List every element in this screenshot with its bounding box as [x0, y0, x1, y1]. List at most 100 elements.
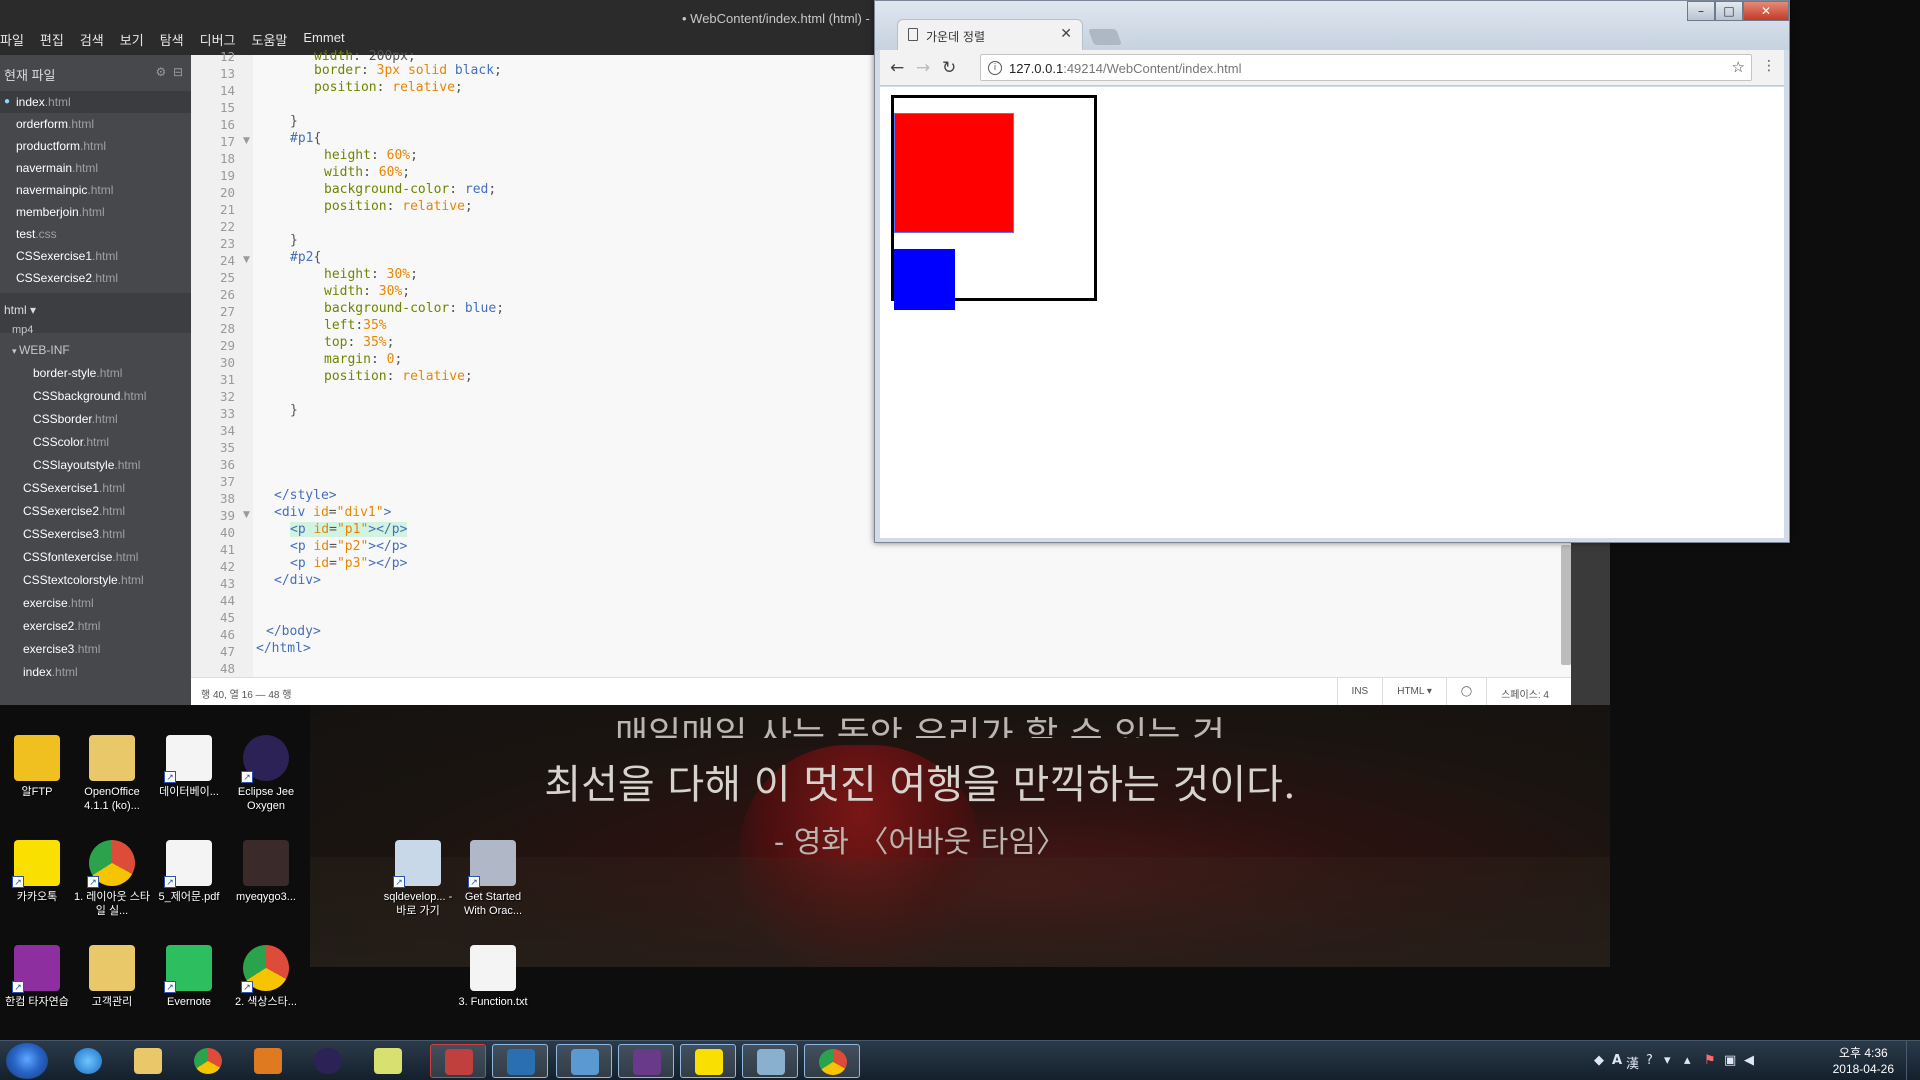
clock[interactable]: 오후 4:36 2018-04-26	[1833, 1045, 1894, 1077]
tree-file[interactable]: exercise2.html	[0, 615, 191, 638]
close-window-button[interactable]: ✕	[1743, 1, 1789, 21]
taskbar-brackets[interactable]	[492, 1044, 548, 1078]
show-hidden-icons-icon[interactable]: ▴	[1684, 1053, 1691, 1068]
desktop-icon[interactable]: OpenOffice 4.1.1 (ko)...	[72, 735, 152, 813]
tree-file[interactable]: CSSborder.html	[0, 408, 191, 431]
menu-help[interactable]: 도움말	[252, 30, 288, 49]
volume-icon[interactable]: ◀	[1744, 1053, 1754, 1068]
tree-file[interactable]: border-style.html	[0, 362, 191, 385]
menu-debug[interactable]: 디버그	[200, 30, 236, 49]
bookmark-star-icon[interactable]: ☆	[1732, 58, 1745, 76]
gear-icon[interactable]: ⚙	[156, 65, 167, 79]
show-desktop-button[interactable]	[1906, 1041, 1920, 1080]
taskbar-chrome-2[interactable]	[804, 1044, 860, 1078]
taskbar-kakaotalk[interactable]	[680, 1044, 736, 1078]
tree-file[interactable]: CSSexercise3.html	[0, 523, 191, 546]
working-file-item[interactable]: CSSexercise2.html	[0, 267, 191, 289]
chevron-down-icon[interactable]: ▾	[12, 346, 19, 356]
new-tab-button[interactable]	[1088, 29, 1122, 45]
code-line-26: width: 30%;	[324, 284, 411, 299]
reload-icon[interactable]: ↻	[942, 58, 956, 78]
desktop-icon[interactable]: ↗ Get Started With Orac...	[453, 840, 533, 918]
menu-find[interactable]: 검색	[80, 30, 104, 49]
desktop-icon[interactable]: 3. Function.txt	[453, 945, 533, 1009]
working-file-item[interactable]: memberjoin.html	[0, 201, 191, 223]
taskbar-explorer[interactable]	[120, 1044, 176, 1078]
close-tab-icon[interactable]: ✕	[1060, 26, 1072, 42]
tree-file[interactable]: CSSexercise2.html	[0, 500, 191, 523]
fold-toggle-icon[interactable]: ▼	[243, 510, 250, 520]
desktop-icon[interactable]: ↗ 1. 레이아웃 스타일 실...	[72, 840, 152, 918]
desktop-icon[interactable]: ↗ 2. 색상스타...	[226, 945, 306, 1009]
desktop-icon[interactable]: ↗ sqldevelop... - 바로 가기	[378, 840, 458, 918]
address-bar[interactable]: i 127.0.0.1:49214/WebContent/index.html …	[980, 54, 1752, 81]
ime-icon[interactable]: A	[1612, 1053, 1622, 1068]
forward-arrow-icon[interactable]: →	[916, 58, 930, 78]
tree-file[interactable]: exercise3.html	[0, 638, 191, 661]
working-file-item[interactable]: productform.html	[0, 135, 191, 157]
tree-file[interactable]: CSSlayoutstyle.html	[0, 454, 191, 477]
working-file-item[interactable]: CSSexercise1.html	[0, 245, 191, 267]
working-file-item[interactable]: test.css	[0, 223, 191, 245]
taskbar-notepad[interactable]	[742, 1044, 798, 1078]
tree-folder[interactable]: ▾ WEB-INF	[0, 339, 191, 362]
menu-emmet[interactable]: Emmet	[303, 30, 344, 49]
desktop-icon[interactable]: ↗ 데이터베이...	[149, 735, 229, 799]
taskbar-snipping[interactable]	[430, 1044, 486, 1078]
menu-edit[interactable]: 편집	[40, 30, 64, 49]
fold-toggle-icon[interactable]: ▼	[243, 255, 250, 265]
language-selector[interactable]: HTML ▾	[1382, 678, 1446, 705]
chrome-menu-icon[interactable]: ⋮	[1762, 58, 1776, 74]
taskbar-chrome[interactable]	[180, 1044, 236, 1078]
desktop-icon[interactable]: 고객관리	[72, 945, 152, 1009]
flag-icon[interactable]: ⚑	[1704, 1053, 1716, 1068]
info-icon[interactable]: i	[988, 61, 1002, 75]
help-icon[interactable]: ?	[1646, 1053, 1653, 1068]
menu-navigate[interactable]: 탐색	[160, 30, 184, 49]
tree-folder-mp4[interactable]: mp4	[0, 325, 191, 339]
taskbar-ie[interactable]	[60, 1044, 116, 1078]
indent-setting[interactable]: 스페이스: 4	[1486, 678, 1563, 705]
tree-file[interactable]: CSSexercise1.html	[0, 477, 191, 500]
desktop-icon[interactable]: myeqygo3...	[226, 840, 306, 904]
start-button[interactable]	[6, 1043, 48, 1079]
taskbar-eclipse[interactable]	[300, 1044, 356, 1078]
hanja-icon[interactable]: 漢	[1626, 1053, 1639, 1072]
tree-file[interactable]: CSSfontexercise.html	[0, 546, 191, 569]
split-view-icon[interactable]: ⊟	[173, 65, 183, 79]
tree-file[interactable]: CSStextcolorstyle.html	[0, 569, 191, 592]
menu-file[interactable]: 파일	[0, 30, 24, 49]
working-file-item[interactable]: orderform.html	[0, 113, 191, 135]
fold-toggle-icon[interactable]: ▼	[243, 136, 250, 146]
taskbar-files[interactable]	[360, 1044, 416, 1078]
taskbar-media[interactable]	[240, 1044, 296, 1078]
working-file-item[interactable]: navermainpic.html	[0, 179, 191, 201]
working-file-item[interactable]: ● index.html	[0, 91, 191, 113]
tree-file[interactable]: index.html	[0, 661, 191, 684]
network-icon[interactable]: ▣	[1724, 1053, 1736, 1068]
linter-status-icon[interactable]: ◯	[1445, 678, 1486, 705]
chrome-tab[interactable]: 가운데 정렬 ✕	[897, 19, 1083, 50]
menu-view[interactable]: 보기	[120, 30, 144, 49]
taskbar-app[interactable]	[556, 1044, 612, 1078]
tree-file[interactable]: exercise.html	[0, 592, 191, 615]
tree-file[interactable]: CSSbackground.html	[0, 385, 191, 408]
taskbar-javaee[interactable]	[618, 1044, 674, 1078]
desktop-icon[interactable]: ↗ Eclipse Jee Oxygen	[226, 735, 306, 813]
sidebar-tools[interactable]: ⚙ ⊟	[156, 65, 184, 79]
desktop-icon[interactable]: ↗ 카카오톡	[0, 840, 77, 904]
desktop-icon[interactable]: ↗ 5_제어문.pdf	[149, 840, 229, 904]
desktop-icon[interactable]: ↗ 한컴 타자연습	[0, 945, 77, 1009]
security-icon[interactable]: ◆	[1594, 1053, 1604, 1068]
maximize-button[interactable]: □	[1715, 1, 1743, 21]
working-file-item[interactable]: navermain.html	[0, 157, 191, 179]
minimize-button[interactable]: –	[1687, 1, 1715, 21]
insert-mode[interactable]: INS	[1336, 678, 1383, 705]
tree-file[interactable]: CSScolor.html	[0, 431, 191, 454]
back-arrow-icon[interactable]: ←	[890, 58, 904, 78]
project-name[interactable]: html ▾	[4, 303, 36, 317]
editor-scrollbar[interactable]	[1561, 545, 1571, 665]
desktop-icon[interactable]: 알FTP	[0, 735, 77, 799]
desktop-icon[interactable]: ↗ Evernote	[149, 945, 229, 1009]
ime-settings-icon[interactable]: ▾	[1664, 1053, 1671, 1068]
